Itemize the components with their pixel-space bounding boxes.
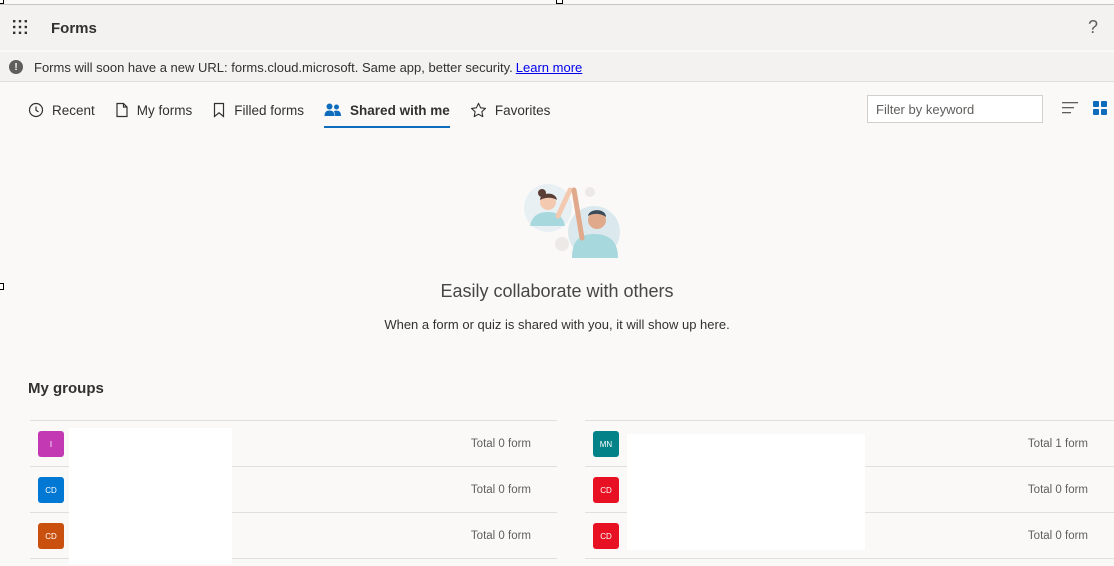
tab-label: Filled forms — [234, 102, 305, 118]
empty-state-subtitle: When a form or quiz is shared with you, … — [384, 317, 730, 332]
app-title[interactable]: Forms — [51, 20, 97, 37]
app-launcher-icon[interactable] — [12, 19, 28, 35]
group-avatar: I — [38, 431, 64, 457]
redaction-box — [69, 428, 232, 564]
banner-message: Forms will soon have a new URL: forms.cl… — [34, 60, 582, 75]
people-icon — [324, 103, 342, 116]
learn-more-link[interactable]: Learn more — [516, 60, 582, 75]
group-avatar: CD — [593, 523, 619, 549]
group-total: Total 0 form — [1027, 530, 1088, 542]
tab-bar: Recent My forms Filled forms Shared with… — [28, 96, 570, 128]
tab-label: Recent — [52, 102, 95, 118]
group-total: Total 0 form — [470, 438, 531, 450]
group-total: Total 0 form — [470, 484, 531, 496]
tab-recent[interactable]: Recent — [28, 96, 95, 124]
notice-banner: ! Forms will soon have a new URL: forms.… — [0, 52, 1114, 82]
empty-state-title: Easily collaborate with others — [440, 281, 674, 301]
tab-shared-with-me[interactable]: Shared with me — [324, 96, 450, 128]
tab-label: My forms — [136, 102, 193, 118]
star-icon — [470, 102, 486, 118]
tab-label: Favorites — [494, 102, 551, 118]
collaboration-illustration — [524, 184, 620, 258]
help-icon[interactable]: ? — [1088, 17, 1098, 38]
tab-label: Shared with me — [350, 102, 450, 118]
list-view-icon[interactable] — [1062, 101, 1078, 115]
tab-filled-forms[interactable]: Filled forms — [212, 96, 304, 124]
group-total: Total 0 form — [470, 530, 531, 542]
banner-text: Forms will soon have a new URL: forms.cl… — [34, 60, 513, 75]
bookmark-icon — [214, 102, 225, 118]
group-avatar: CD — [38, 477, 64, 503]
tab-favorites[interactable]: Favorites — [470, 96, 551, 124]
group-avatar: CD — [38, 523, 64, 549]
filter-keyword-input[interactable] — [867, 95, 1043, 123]
app-header: Forms ? — [0, 4, 1114, 50]
grid-view-icon[interactable] — [1093, 101, 1107, 115]
group-avatar: MN — [593, 431, 619, 457]
info-icon: ! — [9, 60, 23, 74]
document-icon — [116, 102, 128, 118]
my-groups-heading: My groups — [28, 380, 104, 397]
group-total: Total 1 form — [1027, 438, 1088, 450]
redaction-box — [627, 434, 865, 550]
clock-icon — [28, 102, 44, 118]
group-avatar: CD — [593, 477, 619, 503]
tab-my-forms[interactable]: My forms — [115, 96, 193, 124]
group-total: Total 0 form — [1027, 484, 1088, 496]
